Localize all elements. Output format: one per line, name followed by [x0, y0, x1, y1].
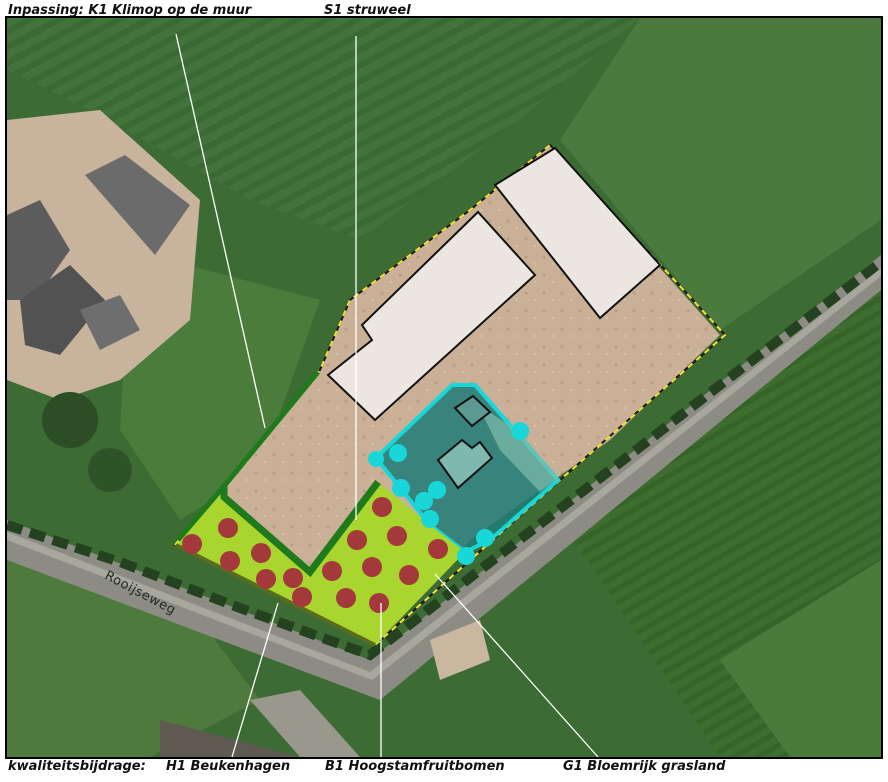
shrub-icon [421, 510, 439, 528]
tree-cluster [42, 392, 98, 448]
shrub-icon [389, 444, 407, 462]
fruit-tree-icon [369, 593, 389, 613]
shrub-icon [368, 451, 384, 467]
fruit-tree-icon [399, 565, 419, 585]
fruit-tree-icon [218, 518, 238, 538]
fruit-tree-icon [347, 530, 367, 550]
fruit-tree-icon [220, 551, 240, 571]
fruit-tree-icon [251, 543, 271, 563]
label-bloemrijk-grasland: G1 Bloemrijk grasland [563, 759, 726, 774]
shrub-icon [457, 547, 475, 565]
label-beukenhagen: H1 Beukenhagen [166, 759, 291, 774]
label-inpassing: Inpassing: K1 Klimop op de muur [8, 3, 252, 18]
fruit-tree-icon [182, 534, 202, 554]
fruit-tree-icon [428, 539, 448, 559]
shrub-icon [476, 529, 494, 547]
fruit-tree-icon [387, 526, 407, 546]
fruit-tree-icon [256, 569, 276, 589]
label-kwaliteitsbijdrage: kwaliteitsbijdrage: [8, 759, 146, 774]
label-hoogstamfruitbomen: B1 Hoogstamfruitbomen [325, 759, 505, 774]
fruit-tree-icon [292, 587, 312, 607]
fruit-tree-icon [336, 588, 356, 608]
shrub-icon [511, 422, 529, 440]
map-frame: Rooijseweg Inpassing: K1 Klimop op de mu… [0, 0, 888, 778]
shrub-icon [392, 479, 410, 497]
map-canvas: Rooijseweg [5, 16, 885, 759]
label-struweel: S1 struweel [324, 3, 411, 18]
tree-cluster [88, 448, 132, 492]
fruit-tree-icon [322, 561, 342, 581]
shrub-icon [428, 481, 446, 499]
fruit-tree-icon [362, 557, 382, 577]
fruit-tree-icon [283, 568, 303, 588]
fruit-tree-icon [372, 497, 392, 517]
